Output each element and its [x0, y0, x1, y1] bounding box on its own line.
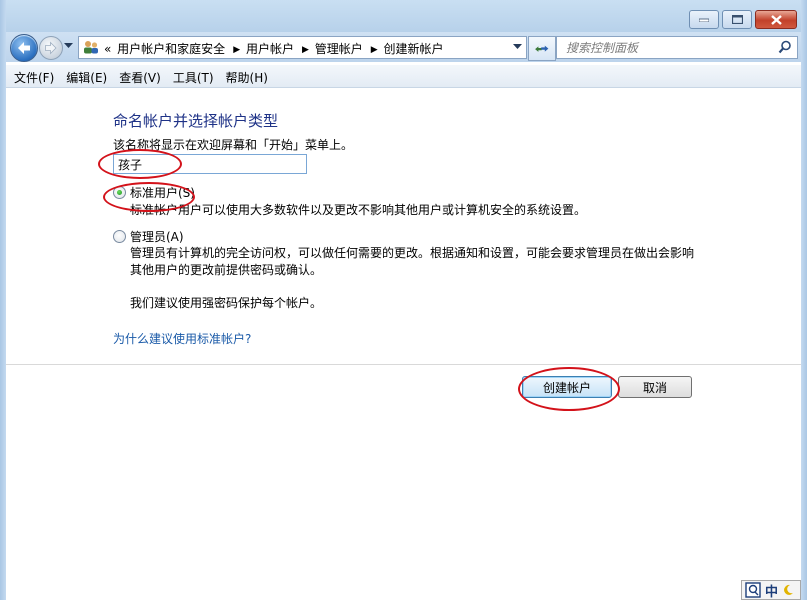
divider	[6, 364, 801, 365]
menu-edit[interactable]: 编辑(E)	[60, 65, 113, 87]
account-name-field[interactable]	[113, 154, 307, 174]
address-dropdown-icon[interactable]	[513, 44, 522, 50]
maximize-button[interactable]	[722, 10, 752, 29]
user-accounts-icon	[84, 41, 98, 54]
close-icon	[770, 14, 782, 25]
breadcrumb-item[interactable]: 用户帐户和家庭安全	[117, 42, 225, 56]
refresh-icon	[535, 45, 549, 52]
back-arrow-icon	[18, 42, 30, 54]
breadcrumb: « 用户帐户和家庭安全 ▶ 用户帐户 ▶ 管理帐户 ▶ 创建新帐户	[104, 40, 445, 57]
name-description: 该名称将显示在欢迎屏幕和「开始」菜单上。	[113, 138, 354, 152]
search-input[interactable]	[557, 37, 776, 58]
back-button[interactable]	[10, 34, 38, 62]
breadcrumb-overflow[interactable]: «	[104, 42, 111, 56]
password-recommendation: 我们建议使用强密码保护每个帐户。	[130, 296, 323, 310]
title-bar	[0, 0, 807, 32]
ime-tray[interactable]: 中	[741, 580, 801, 600]
minimize-icon	[699, 18, 709, 22]
why-standard-account-link[interactable]: 为什么建议使用标准帐户?	[113, 330, 251, 347]
administrator-radio[interactable]	[113, 230, 126, 243]
input-method-icon	[745, 582, 761, 598]
menu-file[interactable]: 文件(F)	[6, 65, 60, 87]
window-frame-left	[0, 0, 6, 600]
administrator-description-line: 其他用户的更改前提供密码或确认。	[130, 263, 323, 277]
standard-user-radio[interactable]	[113, 186, 126, 199]
maximize-icon	[731, 15, 743, 24]
forward-arrow-icon	[45, 41, 57, 55]
standard-user-description: 标准帐户用户可以使用大多数软件以及更改不影响其他用户或计算机安全的系统设置。	[130, 203, 587, 217]
create-account-button[interactable]: 创建帐户	[522, 376, 612, 398]
breadcrumb-separator-icon[interactable]: ▶	[302, 45, 309, 55]
cancel-button[interactable]: 取消	[618, 376, 692, 398]
breadcrumb-separator-icon[interactable]: ▶	[233, 45, 240, 55]
close-button[interactable]	[755, 10, 797, 29]
search-box[interactable]	[556, 36, 798, 59]
breadcrumb-item[interactable]: 管理帐户	[315, 42, 363, 56]
address-bar[interactable]: « 用户帐户和家庭安全 ▶ 用户帐户 ▶ 管理帐户 ▶ 创建新帐户	[78, 36, 527, 59]
navigation-bar: « 用户帐户和家庭安全 ▶ 用户帐户 ▶ 管理帐户 ▶ 创建新帐户	[6, 32, 801, 62]
caption-buttons	[689, 10, 797, 29]
main-content: 命名帐户并选择帐户类型 该名称将显示在欢迎屏幕和「开始」菜单上。 标准用户(S)…	[6, 88, 801, 600]
page-title: 命名帐户并选择帐户类型	[113, 112, 279, 130]
breadcrumb-item[interactable]: 用户帐户	[246, 42, 294, 56]
menu-help[interactable]: 帮助(H)	[220, 65, 274, 87]
standard-user-label[interactable]: 标准用户(S)	[130, 184, 195, 201]
menu-bar: 文件(F) 编辑(E) 查看(V) 工具(T) 帮助(H)	[6, 65, 801, 88]
forward-button[interactable]	[39, 36, 63, 60]
ime-mode-label: 中	[765, 584, 779, 600]
refresh-button[interactable]	[528, 36, 556, 61]
breadcrumb-item[interactable]: 创建新帐户	[383, 42, 443, 56]
menu-tools[interactable]: 工具(T)	[167, 65, 220, 87]
recent-pages-dropdown-icon[interactable]	[64, 43, 73, 49]
search-icon[interactable]	[778, 40, 792, 54]
menu-view[interactable]: 查看(V)	[113, 65, 167, 87]
administrator-label[interactable]: 管理员(A)	[130, 228, 184, 245]
breadcrumb-separator-icon[interactable]: ▶	[371, 45, 378, 55]
administrator-description-line: 管理员有计算机的完全访问权，可以做任何需要的更改。根据通知和设置，可能会要求管理…	[130, 246, 695, 260]
moon-icon	[784, 584, 794, 595]
minimize-button[interactable]	[689, 10, 719, 29]
window-frame-right	[801, 0, 807, 600]
